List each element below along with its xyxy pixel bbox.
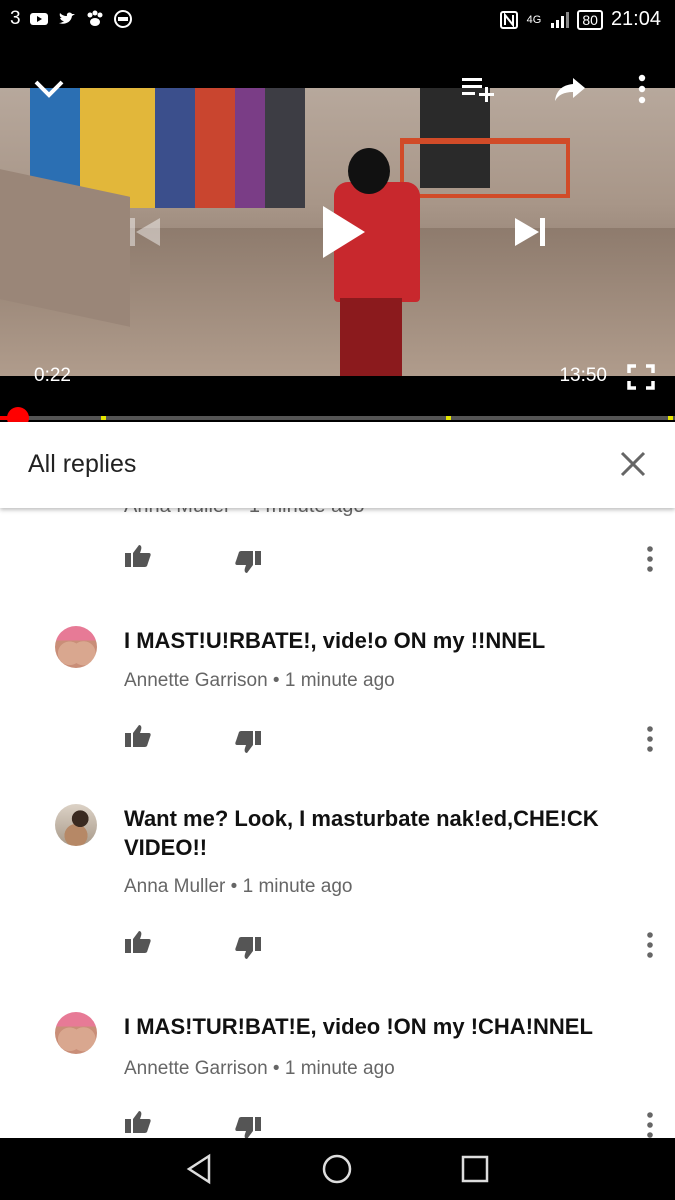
- person-in-red: [330, 148, 420, 376]
- avatar[interactable]: [55, 626, 97, 668]
- comment-time: 1 minute ago: [242, 876, 353, 897]
- thumbs-down-icon[interactable]: [234, 1116, 262, 1138]
- thumbs-down-icon[interactable]: [234, 730, 262, 754]
- status-bar: 3 4G 80 21:04: [0, 0, 675, 42]
- orange-railing: [400, 138, 570, 198]
- fullscreen-icon[interactable]: [624, 362, 658, 392]
- seek-bar[interactable]: [0, 407, 675, 422]
- current-time: 0:22: [34, 365, 71, 386]
- avatar[interactable]: [55, 1012, 97, 1054]
- notification-count: 3: [10, 8, 21, 29]
- ramp: [0, 169, 130, 327]
- twitter-icon: [58, 12, 75, 24]
- next-icon[interactable]: [510, 212, 550, 252]
- home-icon[interactable]: [320, 1152, 354, 1186]
- duration: 13:50: [559, 365, 607, 386]
- comment-author[interactable]: Annette Garrison: [124, 1058, 268, 1079]
- climbing-wall-panel: [155, 88, 195, 208]
- cut-off-comment-meta: Anna Muller • 1 minute ago: [124, 508, 364, 518]
- network-type: 4G: [526, 13, 542, 26]
- thumbs-down-icon[interactable]: [234, 550, 262, 574]
- close-icon[interactable]: [619, 450, 647, 478]
- battery-level: 80: [577, 9, 603, 30]
- climbing-wall-panel: [265, 88, 305, 208]
- comment-author[interactable]: Annette Garrison: [124, 670, 268, 691]
- more-vert-icon[interactable]: [646, 546, 654, 572]
- play-icon[interactable]: [315, 202, 371, 262]
- comment-actions: [124, 724, 654, 754]
- comment-author[interactable]: Anna Muller: [124, 876, 225, 897]
- comment-meta: Annette Garrison • 1 minute ago: [124, 670, 395, 692]
- comment-time: 1 minute ago: [284, 670, 395, 691]
- chevron-down-icon[interactable]: [30, 70, 68, 108]
- meta-separator: •: [272, 1058, 285, 1079]
- add-to-playlist-icon[interactable]: [458, 70, 498, 108]
- more-vert-icon[interactable]: [646, 932, 654, 958]
- comment-time: 1 minute ago: [284, 1058, 395, 1079]
- thumbs-up-icon[interactable]: [124, 724, 152, 748]
- thumbs-up-icon[interactable]: [124, 544, 152, 568]
- previous-icon[interactable]: [125, 212, 165, 252]
- signal-icon: [551, 11, 570, 28]
- meta-separator: •: [230, 876, 243, 897]
- ad-marker: [668, 416, 674, 420]
- meta-separator: •: [272, 670, 285, 691]
- comment-text: I MAS!TUR!BAT!E, video !ON my !CHA!NNEL: [124, 1014, 593, 1039]
- replies-list[interactable]: Anna Muller • 1 minute ago I MAST!U!RBAT…: [0, 508, 675, 1138]
- replies-header: All replies: [0, 422, 675, 508]
- thumbs-up-icon[interactable]: [124, 930, 152, 954]
- more-vert-icon[interactable]: [646, 726, 654, 752]
- comment-meta: Anna Muller • 1 minute ago: [124, 876, 352, 898]
- thumbs-down-icon[interactable]: [234, 936, 262, 960]
- more-vert-icon[interactable]: [625, 70, 659, 108]
- ad-marker: [445, 416, 451, 420]
- seek-scrubber[interactable]: [7, 407, 30, 422]
- comment-text: Want me? Look, I masturbate nak!ed,CHE!C…: [124, 806, 599, 860]
- back-icon[interactable]: [183, 1152, 217, 1186]
- youtube-icon: [29, 13, 48, 25]
- comment-actions: [124, 544, 654, 574]
- climbing-wall-panel: [195, 88, 235, 208]
- system-nav-bar: [0, 1138, 675, 1200]
- comment-actions: [124, 930, 654, 960]
- share-icon[interactable]: [550, 70, 590, 108]
- climbing-wall-panel: [235, 88, 265, 208]
- recents-icon[interactable]: [458, 1152, 492, 1186]
- comment-actions: [124, 1110, 654, 1138]
- clock: 21:04: [610, 8, 661, 30]
- shop-icon: [113, 10, 132, 28]
- more-vert-icon[interactable]: [646, 1112, 654, 1138]
- avatar[interactable]: [55, 804, 97, 846]
- nfc-icon: [499, 10, 518, 29]
- ad-marker: [101, 416, 107, 420]
- thumbs-up-icon[interactable]: [124, 1110, 152, 1134]
- comment-text: I MAST!U!RBATE!, vide!o ON my !!NNEL: [124, 628, 546, 653]
- video-player[interactable]: 0:22 13:50: [0, 42, 675, 422]
- comment-meta: Annette Garrison • 1 minute ago: [124, 1058, 395, 1080]
- replies-title: All replies: [28, 450, 137, 478]
- paw-icon: [87, 10, 103, 26]
